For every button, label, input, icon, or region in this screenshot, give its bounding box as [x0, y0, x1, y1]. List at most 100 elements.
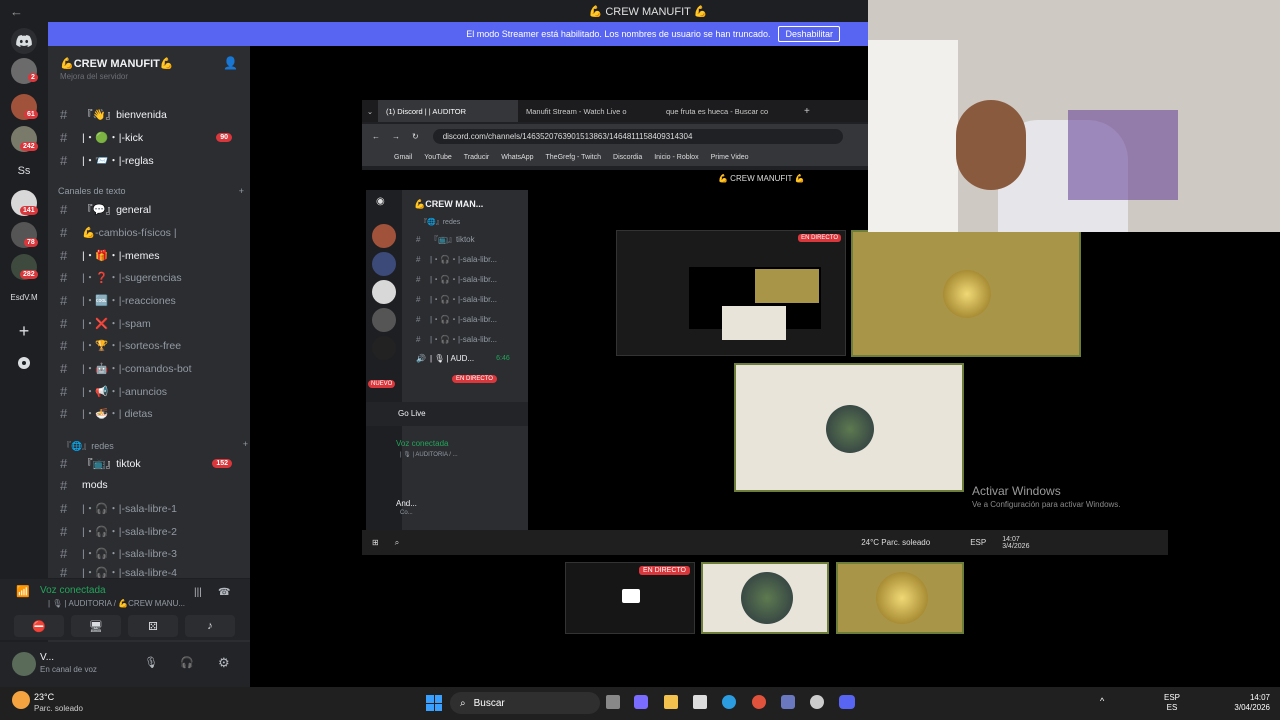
inner-server-name[interactable]: 💪CREW MAN...	[414, 199, 483, 210]
soundboard-button[interactable]: ♪	[185, 615, 235, 637]
chrome-icon[interactable]	[752, 695, 766, 709]
bookmark-item[interactable]: WhatsApp	[501, 154, 533, 161]
channel-item[interactable]: # 『💬』general	[60, 199, 246, 219]
discord-taskbar-icon[interactable]	[839, 695, 855, 709]
language-indicator[interactable]: ESP ES	[1164, 693, 1180, 713]
bookmark-item[interactable]: YouTube	[424, 154, 452, 161]
new-tab-icon[interactable]: +	[804, 106, 810, 117]
copilot-icon[interactable]	[634, 695, 648, 709]
browser-tab[interactable]: Manufit Stream - Watch Live o	[518, 100, 658, 122]
channel-item[interactable]: # |・🎧・|-sala-libre-4	[60, 566, 246, 578]
stream-tile[interactable]: EN DIRECTO	[565, 562, 695, 634]
channel-item[interactable]: # |・📢・|-anuncios	[60, 381, 246, 401]
channel-item[interactable]: # mods	[60, 475, 246, 495]
channel-item[interactable]: # |・❌・|-spam	[60, 313, 246, 333]
weather-desc[interactable]: Parc. soleado	[34, 704, 83, 713]
inner-channel[interactable]: # 『📺』tiktok	[416, 234, 526, 245]
inner-voice-channel[interactable]: 🔊 | 🎙 | AUD... 6:46	[416, 354, 526, 363]
app-icon[interactable]	[810, 695, 824, 709]
inner-channel[interactable]: # |・🎧・|-sala-libr...	[416, 334, 526, 345]
search-icon[interactable]: ⌕	[395, 538, 399, 548]
task-view-icon[interactable]	[606, 695, 620, 709]
bookmark-item[interactable]: Prime Video	[711, 154, 749, 161]
reload-icon[interactable]: ↻	[412, 132, 419, 141]
inner-stream-tile[interactable]: EN DIRECTO	[616, 230, 846, 356]
disable-streamer-button[interactable]: Deshabilitar	[778, 26, 840, 42]
screenshare-button[interactable]: 🖥	[71, 615, 121, 637]
add-server-icon[interactable]: +	[11, 318, 37, 344]
channel-item[interactable]: # 『👋』bienvenida	[60, 104, 246, 124]
channel-item[interactable]: # |・🟢・|-kick 90	[60, 127, 246, 147]
headphones-icon[interactable]: 🎧	[180, 656, 194, 669]
inner-discord-icon[interactable]: ◉	[376, 196, 385, 207]
disconnect-icon[interactable]: ☎	[218, 587, 230, 598]
weather-temp[interactable]: 23°C	[34, 692, 54, 702]
taskbar-search[interactable]: ⌕ Buscar	[450, 692, 600, 714]
inner-channel[interactable]: # |・🎧・|-sala-libr...	[416, 254, 526, 265]
discord-home-icon[interactable]	[11, 28, 37, 54]
windows-start-icon[interactable]	[426, 695, 442, 711]
category-redes[interactable]: 『🌐』redes +	[62, 439, 248, 452]
microphone-icon[interactable]: 🎙	[144, 656, 158, 669]
channel-item[interactable]: # |・🤖・|-comandos-bot	[60, 358, 246, 378]
channel-item[interactable]: # |・📨・|-reglas	[60, 150, 246, 170]
channel-item[interactable]: # |・🎧・|-sala-libre-2	[60, 521, 246, 541]
channel-item[interactable]: # |・🎧・|-sala-libre-1	[60, 498, 246, 518]
forward-icon[interactable]: →	[392, 132, 400, 141]
inner-channel[interactable]: # |・🎧・|-sala-libr...	[416, 294, 526, 305]
server-initials[interactable]: Ss	[11, 158, 37, 184]
inner-server-avatar[interactable]	[372, 280, 396, 304]
participant-tile[interactable]	[851, 230, 1081, 357]
inner-category[interactable]: 『🌐』redes	[420, 217, 460, 227]
channel-item[interactable]: # |・❓・|-sugerencias	[60, 267, 246, 287]
noise-icon[interactable]: |||	[194, 587, 202, 598]
add-channel-icon[interactable]: +	[243, 439, 248, 452]
discover-icon[interactable]	[11, 350, 37, 376]
channel-item[interactable]: # |・🎁・|-memes	[60, 245, 246, 265]
participant-tile-small[interactable]	[701, 562, 829, 634]
user-name[interactable]: V...	[40, 652, 54, 663]
bookmark-item[interactable]: TheGrefg - Twitch	[546, 154, 602, 161]
inner-server-avatar[interactable]	[372, 308, 396, 332]
voice-location[interactable]: | 🎙 | AUDITORIA / 💪CREW MANU...	[48, 599, 185, 608]
activities-button[interactable]: ⚄	[128, 615, 178, 637]
add-member-icon[interactable]: 👤	[223, 56, 238, 70]
inner-server-avatar[interactable]	[372, 224, 396, 248]
back-icon[interactable]: ←	[372, 132, 380, 141]
camera-off-button[interactable]: ⛔	[14, 615, 64, 637]
bookmark-item[interactable]: Inicio - Roblox	[654, 154, 698, 161]
url-field[interactable]: discord.com/channels/1463520763901513863…	[432, 128, 843, 144]
channel-item[interactable]: # 『📺』tiktok 152	[60, 453, 246, 473]
server-label[interactable]: EsdV.M	[4, 293, 44, 302]
participant-tile-small[interactable]	[836, 562, 964, 634]
go-live-bar[interactable]: Go Live	[366, 402, 528, 426]
channel-item[interactable]: # |・🆒・|-reacciones	[60, 290, 246, 310]
browser-tab[interactable]: (1) Discord | | AUDITOR	[378, 100, 518, 122]
voice-status[interactable]: Voz conectada	[40, 585, 106, 596]
browser-tab[interactable]: que fruta es hueca - Buscar co	[658, 100, 798, 122]
inner-channel[interactable]: # |・🎧・|-sala-libr...	[416, 314, 526, 325]
channel-item[interactable]: # |・🍜・| dietas	[60, 403, 246, 423]
add-channel-icon[interactable]: +	[239, 186, 244, 196]
game-icon[interactable]	[781, 695, 795, 709]
tray-chevron-icon[interactable]: ^	[1100, 696, 1104, 706]
store-icon[interactable]	[693, 695, 707, 709]
avatar[interactable]	[12, 652, 36, 676]
inner-server-avatar[interactable]	[372, 252, 396, 276]
bookmark-item[interactable]: Gmail	[394, 154, 412, 161]
file-explorer-icon[interactable]	[664, 695, 678, 709]
channel-item[interactable]: # |・🏆・|-sorteos-free	[60, 335, 246, 355]
clock[interactable]: 14:07 3/04/2026	[1226, 693, 1270, 713]
bookmark-item[interactable]: Discordia	[613, 154, 642, 161]
channel-item[interactable]: # |・🎧・|-sala-libre-3	[60, 543, 246, 563]
tab-menu-icon[interactable]: ⌄	[362, 107, 378, 116]
channel-item[interactable]: # 💪-cambios-físicos |	[60, 222, 246, 242]
bookmark-item[interactable]: Traducir	[464, 154, 489, 161]
inner-server-avatar[interactable]	[372, 336, 396, 360]
start-icon[interactable]: ⊞	[372, 538, 379, 547]
participant-tile[interactable]	[734, 363, 964, 492]
category-text-channels[interactable]: Canales de texto +	[58, 186, 244, 196]
edge-icon[interactable]	[722, 695, 736, 709]
settings-gear-icon[interactable]: ⚙	[218, 655, 230, 671]
inner-channel[interactable]: # |・🎧・|-sala-libr...	[416, 274, 526, 285]
